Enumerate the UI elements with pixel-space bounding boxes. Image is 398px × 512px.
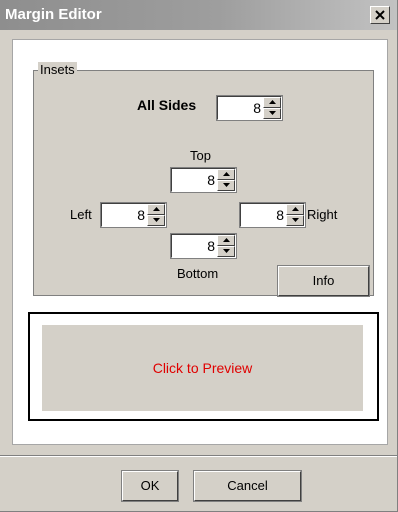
top-increment-button[interactable] xyxy=(217,169,235,180)
all-sides-label: All Sides xyxy=(137,97,197,113)
insets-legend: Insets xyxy=(38,62,77,77)
info-button[interactable]: Info xyxy=(277,265,370,297)
close-icon xyxy=(375,10,385,20)
arrow-up-icon xyxy=(269,100,276,104)
right-decrement-button[interactable] xyxy=(286,215,304,226)
all-sides-value[interactable]: 8 xyxy=(220,100,261,116)
arrow-down-icon xyxy=(153,218,160,222)
arrow-up-icon xyxy=(153,207,160,211)
arrow-up-icon xyxy=(223,238,230,242)
margin-editor-window: Margin Editor Insets All Sides 8 Top 8 L… xyxy=(0,0,398,512)
right-increment-button[interactable] xyxy=(286,204,304,215)
right-label: Right xyxy=(307,207,338,222)
title-bar[interactable]: Margin Editor xyxy=(0,0,397,30)
ok-button[interactable]: OK xyxy=(121,470,179,502)
arrow-up-icon xyxy=(292,207,299,211)
top-spinner[interactable]: 8 xyxy=(170,167,237,193)
window-title: Margin Editor xyxy=(5,6,102,23)
arrow-down-icon xyxy=(269,111,276,115)
left-spinner[interactable]: 8 xyxy=(100,202,167,228)
preview-text[interactable]: Click to Preview xyxy=(42,360,363,376)
left-label: Left xyxy=(70,207,92,222)
right-value[interactable]: 8 xyxy=(243,207,284,223)
right-spinner[interactable]: 8 xyxy=(239,202,306,228)
close-button[interactable] xyxy=(370,6,390,24)
left-increment-button[interactable] xyxy=(147,204,165,215)
arrow-up-icon xyxy=(223,172,230,176)
all-sides-decrement-button[interactable] xyxy=(263,108,281,119)
bottom-decrement-button[interactable] xyxy=(217,246,235,257)
arrow-down-icon xyxy=(223,183,230,187)
bottom-spinner[interactable]: 8 xyxy=(170,233,237,259)
top-label: Top xyxy=(190,148,211,163)
all-sides-increment-button[interactable] xyxy=(263,97,281,108)
top-value[interactable]: 8 xyxy=(174,172,215,188)
preview-area[interactable]: Click to Preview xyxy=(42,325,363,411)
arrow-down-icon xyxy=(292,218,299,222)
left-decrement-button[interactable] xyxy=(147,215,165,226)
all-sides-spinner[interactable]: 8 xyxy=(216,95,283,121)
bottom-increment-button[interactable] xyxy=(217,235,235,246)
cancel-button[interactable]: Cancel xyxy=(193,470,302,502)
footer-separator-highlight xyxy=(0,456,397,457)
bottom-label: Bottom xyxy=(177,266,219,281)
arrow-down-icon xyxy=(223,249,230,253)
left-value[interactable]: 8 xyxy=(104,207,145,223)
bottom-value[interactable]: 8 xyxy=(174,238,215,254)
top-decrement-button[interactable] xyxy=(217,180,235,191)
